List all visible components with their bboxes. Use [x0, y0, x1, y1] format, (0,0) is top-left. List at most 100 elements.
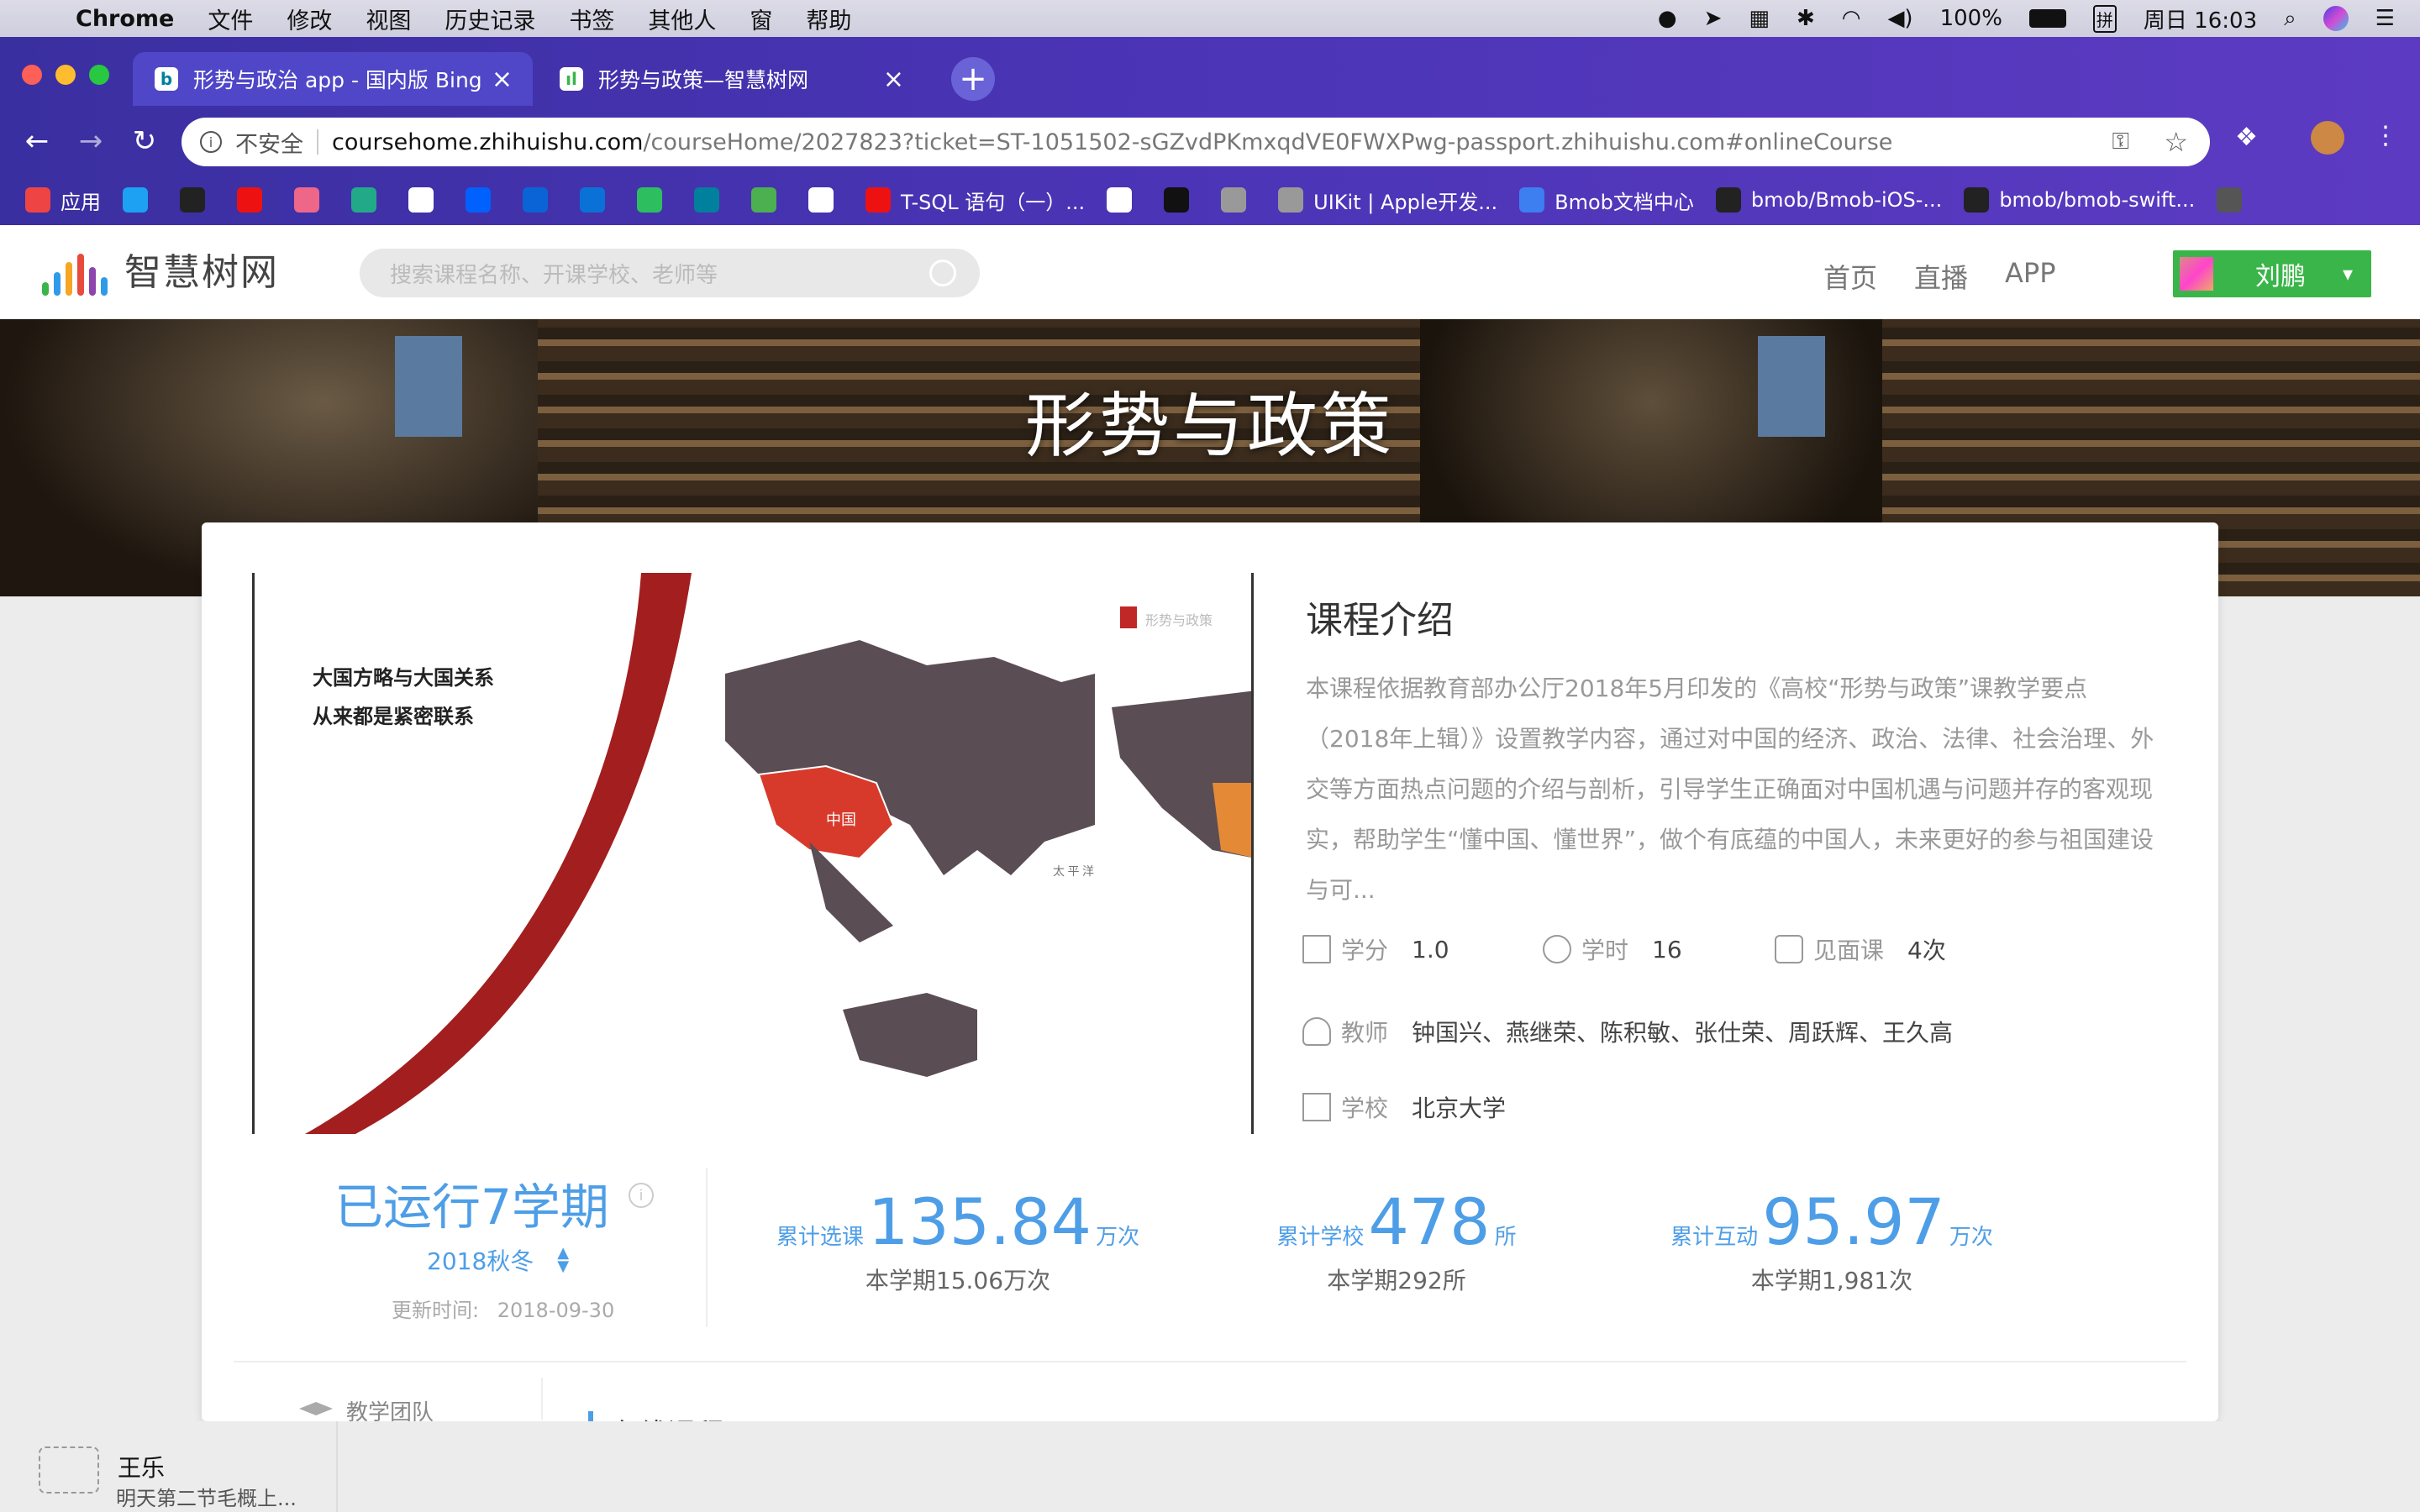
chat-notification[interactable]: 王乐 明天第二节毛概上...: [0, 1421, 2420, 1512]
minimize-window-button[interactable]: [55, 65, 76, 85]
github-icon: [1715, 187, 1741, 213]
bookmark-item[interactable]: Bmob文档中心: [1519, 186, 1694, 215]
menu-window[interactable]: 窗: [750, 3, 772, 35]
address-bar[interactable]: i 不安全 coursehome.zhihuishu.com /courseHo…: [182, 118, 2210, 166]
bookmark-item[interactable]: bmob/bmob-swift...: [1964, 187, 2195, 213]
evernote-icon: [637, 187, 662, 213]
bookmark-item[interactable]: [580, 187, 615, 213]
green-icon: [751, 187, 776, 213]
bookmark-item[interactable]: [408, 187, 444, 213]
bookmark-item[interactable]: [1164, 187, 1199, 213]
bookmark-item[interactable]: UIKit | Apple开发...: [1278, 186, 1497, 215]
nav-live[interactable]: 直播: [1914, 257, 1968, 296]
bookmark-item[interactable]: bmob/Bmob-iOS-...: [1715, 187, 1942, 213]
menu-history[interactable]: 历史记录: [445, 3, 535, 35]
url-host: coursehome.zhihuishu.com: [332, 129, 644, 155]
new-tab-button[interactable]: +: [951, 57, 995, 101]
bookmark-item[interactable]: [637, 187, 672, 213]
intro-text: 本课程依据教育部办公厅2018年5月印发的《高校“形势与政策”课教学要点（201…: [1306, 675, 2154, 904]
bookmark-item[interactable]: [237, 187, 272, 213]
menu-people[interactable]: 其他人: [648, 3, 716, 35]
world-map-illustration: 中国 太 平 洋 形势与政策: [255, 573, 1251, 1134]
course-search-input[interactable]: 搜索课程名称、开课学校、老师等: [360, 249, 980, 297]
bluetooth-icon[interactable]: ✱: [1797, 6, 1815, 31]
menu-file[interactable]: 文件: [208, 3, 253, 35]
bookmark-label: UIKit | Apple开发...: [1313, 190, 1498, 214]
close-tab-icon[interactable]: ×: [883, 65, 904, 94]
menu-app-name[interactable]: Chrome: [76, 6, 174, 32]
bookmark-item[interactable]: T-SQL 语句（一）...: [865, 186, 1085, 215]
chrome-web-icon: [294, 187, 319, 213]
back-icon[interactable]: ←: [18, 124, 55, 158]
send-icon[interactable]: ➤: [1704, 6, 1723, 31]
qq-icon[interactable]: ●: [1658, 6, 1677, 31]
tiles-icon[interactable]: ▦: [1749, 6, 1770, 31]
menu-edit[interactable]: 修改: [287, 3, 332, 35]
mortarboard-icon: [299, 1402, 333, 1415]
user-menu-button[interactable]: 刘鹏 ▾: [2173, 250, 2371, 297]
clock[interactable]: 周日 16:03: [2144, 3, 2257, 34]
teacher-label: 教师: [1341, 1019, 1389, 1047]
chat-icon: [1775, 935, 1803, 963]
nav-app[interactable]: APP: [2005, 257, 2055, 289]
tab-zhihuishu[interactable]: ıl 形势与政策—智慧树网 ×: [538, 52, 924, 106]
info-icon[interactable]: i: [629, 1183, 654, 1208]
battery-icon[interactable]: [2028, 9, 2066, 28]
school-label: 学校: [1341, 1095, 1389, 1122]
bookmark-item[interactable]: [808, 187, 844, 213]
bookmark-item[interactable]: [751, 187, 786, 213]
menu-help[interactable]: 帮助: [806, 3, 851, 35]
zoom-window-button[interactable]: [89, 65, 109, 85]
notification-center-icon[interactable]: ☰: [2375, 6, 2395, 31]
menu-bookmarks[interactable]: 书签: [569, 3, 614, 35]
search-icon[interactable]: [929, 260, 956, 286]
close-window-button[interactable]: [22, 65, 42, 85]
logo-bar: [42, 282, 49, 296]
star-icon[interactable]: ☆: [2164, 126, 2188, 158]
logo-bar: [101, 277, 108, 296]
wifi-icon[interactable]: ◠: [1842, 6, 1861, 31]
bookmark-item[interactable]: [123, 187, 158, 213]
chrome-menu-icon[interactable]: ⋮: [2373, 121, 2398, 150]
profile-avatar[interactable]: [2311, 121, 2344, 155]
notification-divider: [336, 1421, 338, 1512]
nav-home[interactable]: 首页: [1823, 257, 1877, 296]
bookmark-item[interactable]: [1221, 187, 1256, 213]
dropbox-extension-icon[interactable]: ❖: [2235, 123, 2258, 152]
reload-icon[interactable]: ↻: [126, 124, 163, 158]
bookmark-item[interactable]: [2217, 187, 2252, 213]
bookmark-item[interactable]: [523, 187, 558, 213]
volume-icon[interactable]: ◀): [1887, 6, 1912, 31]
bookmark-item[interactable]: [1107, 187, 1142, 213]
battery-text[interactable]: 100%: [1940, 6, 2002, 31]
zhihuishu-icon: ıl: [560, 67, 583, 91]
course-video-thumbnail[interactable]: 中国 太 平 洋 形势与政策: [252, 573, 1254, 1134]
bookmark-item[interactable]: [694, 187, 729, 213]
bing-icon: b: [155, 67, 178, 91]
input-method-icon[interactable]: 拼: [2092, 4, 2117, 33]
siri-icon[interactable]: [2323, 6, 2349, 31]
menu-view[interactable]: 视图: [366, 3, 411, 35]
bookmark-item[interactable]: [180, 187, 215, 213]
map-caption: 大国方略与大国关系 从来都是紧密联系: [313, 659, 494, 736]
bookmark-item[interactable]: [294, 187, 329, 213]
spotlight-icon[interactable]: ⌕: [2284, 6, 2296, 32]
security-label[interactable]: 不安全: [235, 126, 303, 159]
credit-meta: 学分 1.0: [1302, 932, 1449, 966]
bookmark-item[interactable]: [351, 187, 387, 213]
term-selector[interactable]: 2018秋冬 ▲ ▼: [427, 1243, 569, 1277]
google-icon: [408, 187, 434, 213]
logo-bar: [54, 272, 60, 296]
bookmark-item[interactable]: 应用: [25, 186, 101, 215]
site-logo[interactable]: 智慧树网: [42, 250, 279, 296]
medium-icon: [1164, 187, 1190, 213]
forward-icon[interactable]: →: [72, 124, 109, 158]
bookmark-item[interactable]: [466, 187, 501, 213]
meet-value: 4次: [1907, 937, 1946, 964]
tab-bing[interactable]: b 形势与政治 app - 国内版 Bing ×: [133, 52, 533, 106]
key-icon[interactable]: ⚿: [2112, 129, 2129, 155]
info-icon[interactable]: i: [200, 131, 222, 153]
teaching-team-tab[interactable]: 教学团队: [299, 1399, 434, 1421]
close-tab-icon[interactable]: ×: [492, 65, 513, 94]
online-course-heading: 在线课程: [588, 1411, 724, 1421]
